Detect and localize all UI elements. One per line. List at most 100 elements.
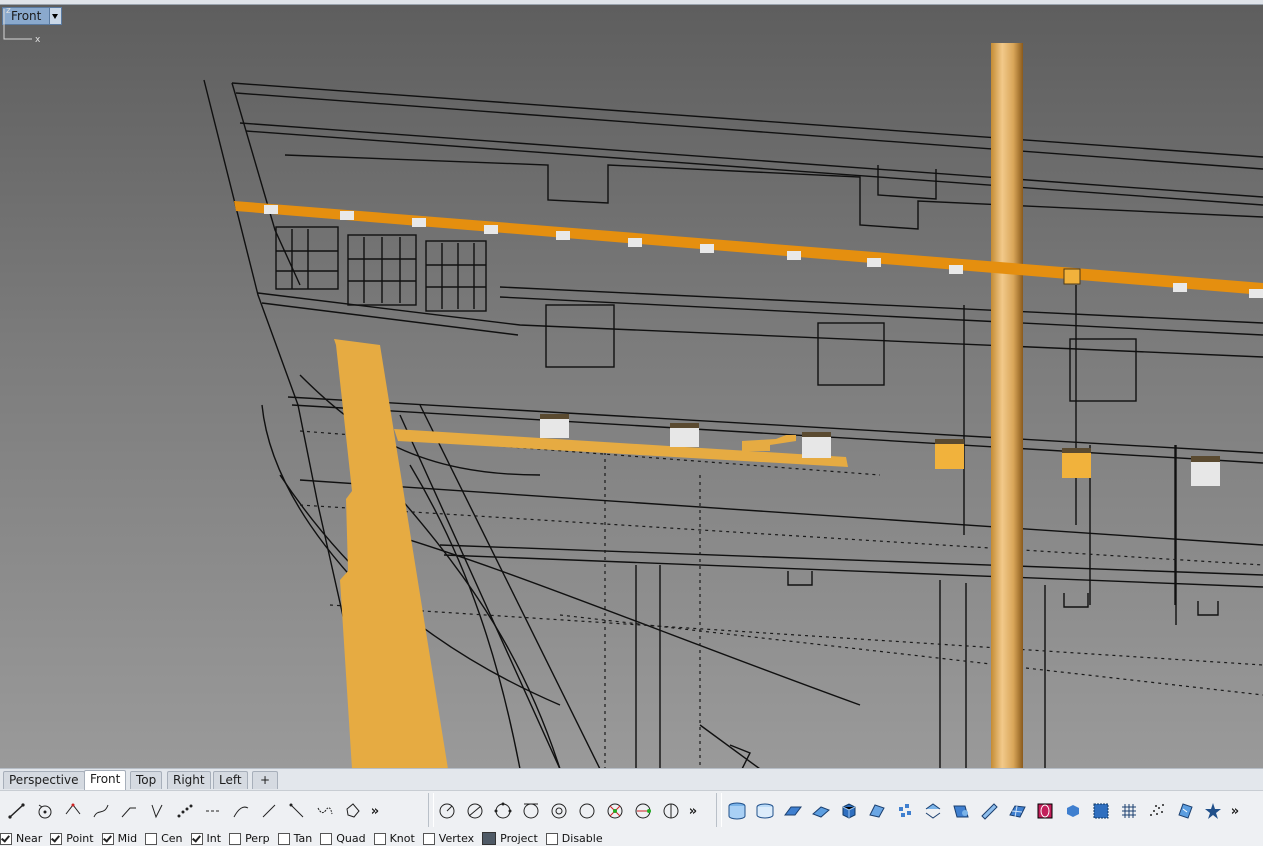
circle-center-icon[interactable] — [434, 798, 460, 824]
curve-tools-group: » — [4, 794, 382, 828]
osnap-project-label: Project — [500, 832, 538, 845]
viewport-canvas[interactable] — [0, 5, 1263, 769]
circle-3pt-icon[interactable] — [490, 798, 516, 824]
points-curve-icon[interactable] — [172, 798, 198, 824]
osnap-int[interactable]: Int — [190, 832, 222, 845]
loft-icon[interactable] — [920, 798, 946, 824]
rail-revolve-icon[interactable] — [1172, 798, 1198, 824]
osnap-mid[interactable]: Mid — [101, 832, 138, 845]
osnap-project-checkbox[interactable] — [482, 832, 497, 845]
arc-icon[interactable] — [228, 798, 254, 824]
osnap-vertex-checkbox[interactable] — [422, 832, 435, 845]
tab-perspective[interactable]: Perspective — [3, 771, 85, 789]
osnap-cen-label: Cen — [161, 832, 183, 845]
osnap-tan[interactable]: Tan — [277, 832, 312, 845]
plane-corner-icon[interactable] — [808, 798, 834, 824]
osnap-perp-checkbox[interactable] — [229, 832, 242, 845]
tab-right[interactable]: Right — [167, 771, 211, 789]
blue-cube-icon[interactable] — [1088, 798, 1114, 824]
osnap-knot[interactable]: Knot — [373, 832, 415, 845]
drape-icon[interactable] — [1032, 798, 1058, 824]
add-viewport-tab-icon[interactable]: + — [252, 771, 278, 789]
circle-tools-group: » — [434, 794, 700, 828]
dash-line-icon[interactable] — [200, 798, 226, 824]
osnap-near[interactable]: Near — [0, 832, 42, 845]
patch-grid-icon[interactable] — [1116, 798, 1142, 824]
split-surface-icon[interactable] — [1060, 798, 1086, 824]
osnap-tan-checkbox[interactable] — [277, 832, 290, 845]
tab-front[interactable]: Front — [84, 770, 127, 790]
surface-tools-overflow-icon[interactable]: » — [1228, 804, 1242, 819]
circle-tangent-icon[interactable] — [518, 798, 544, 824]
osnap-int-label: Int — [206, 832, 222, 845]
circle-point-icon[interactable] — [32, 798, 58, 824]
network-surface-icon[interactable] — [1004, 798, 1030, 824]
edge-surface-icon[interactable] — [864, 798, 890, 824]
slash-line-icon[interactable] — [256, 798, 282, 824]
curve-icon[interactable] — [88, 798, 114, 824]
osnap-vertex[interactable]: Vertex — [422, 832, 475, 845]
osnap-disable[interactable]: Disable — [545, 832, 603, 845]
osnap-disable-checkbox[interactable] — [545, 832, 558, 845]
circle-icon[interactable] — [574, 798, 600, 824]
polygon-icon[interactable] — [340, 798, 366, 824]
toolbar-separator — [716, 793, 722, 827]
sweep-icon[interactable] — [948, 798, 974, 824]
revolve-icon[interactable] — [976, 798, 1002, 824]
osnap-vertex-label: Vertex — [438, 832, 475, 845]
tab-left[interactable]: Left — [213, 771, 248, 789]
open-curve-icon[interactable] — [312, 798, 338, 824]
line-extend-icon[interactable] — [116, 798, 142, 824]
segment-icon[interactable] — [284, 798, 310, 824]
view-tabs-bar: Perspective Front Top Right Left + — [0, 768, 1263, 791]
line-icon[interactable] — [4, 798, 30, 824]
box-icon[interactable] — [836, 798, 862, 824]
osnap-point-checkbox[interactable] — [50, 832, 63, 845]
osnap-cen[interactable]: Cen — [145, 832, 183, 845]
curve-tools-overflow-icon[interactable]: » — [368, 804, 382, 819]
osnap-quad[interactable]: Quad — [320, 832, 366, 845]
angle-line-icon[interactable] — [144, 798, 170, 824]
circle-deform-icon[interactable] — [602, 798, 628, 824]
circle-around-icon[interactable] — [546, 798, 572, 824]
command-toolbar: » » » — [0, 790, 1263, 832]
circle-vertical-icon[interactable] — [658, 798, 684, 824]
osnap-knot-checkbox[interactable] — [373, 832, 386, 845]
osnap-perp-label: Perp — [245, 832, 270, 845]
extrude-surface-icon[interactable] — [752, 798, 778, 824]
polyline-icon[interactable] — [60, 798, 86, 824]
viewport-menu-dropdown-icon[interactable] — [49, 8, 62, 24]
tab-top[interactable]: Top — [130, 771, 163, 789]
patch-points-icon[interactable] — [892, 798, 918, 824]
osnap-disable-label: Disable — [561, 832, 603, 845]
osnap-project[interactable]: Project — [482, 832, 538, 845]
point-cloud-icon[interactable] — [1144, 798, 1170, 824]
osnap-point[interactable]: Point — [50, 832, 94, 845]
front-viewport[interactable]: Front z x — [0, 4, 1263, 769]
axis-z-label: z — [6, 6, 11, 16]
beam-hook — [742, 435, 796, 451]
osnap-knot-label: Knot — [389, 832, 415, 845]
osnap-mid-label: Mid — [117, 832, 138, 845]
osnap-perp[interactable]: Perp — [229, 832, 270, 845]
surface-tools-group: » — [724, 794, 1242, 828]
osnap-quad-checkbox[interactable] — [320, 832, 333, 845]
osnap-point-label: Point — [66, 832, 94, 845]
cylinder-surface-icon[interactable] — [724, 798, 750, 824]
osnap-near-checkbox[interactable] — [0, 832, 12, 845]
osnap-cen-checkbox[interactable] — [145, 832, 158, 845]
axis-x-label: x — [35, 35, 41, 45]
rail-dark-marker — [1063, 268, 1081, 285]
circle-2pt-icon[interactable] — [462, 798, 488, 824]
osnap-int-checkbox[interactable] — [190, 832, 203, 845]
mast[interactable] — [991, 43, 1023, 769]
osnap-bar: Near Point Mid Cen Int Perp Tan Quad Kno… — [0, 831, 1263, 846]
star-icon[interactable] — [1200, 798, 1226, 824]
osnap-near-label: Near — [16, 832, 43, 845]
circle-fit-icon[interactable] — [630, 798, 656, 824]
axis-indicator: z x — [3, 6, 41, 45]
osnap-mid-checkbox[interactable] — [101, 832, 114, 845]
plane-icon[interactable] — [780, 798, 806, 824]
blueprint-dashed-lines — [299, 430, 1263, 769]
circle-tools-overflow-icon[interactable]: » — [686, 804, 700, 819]
